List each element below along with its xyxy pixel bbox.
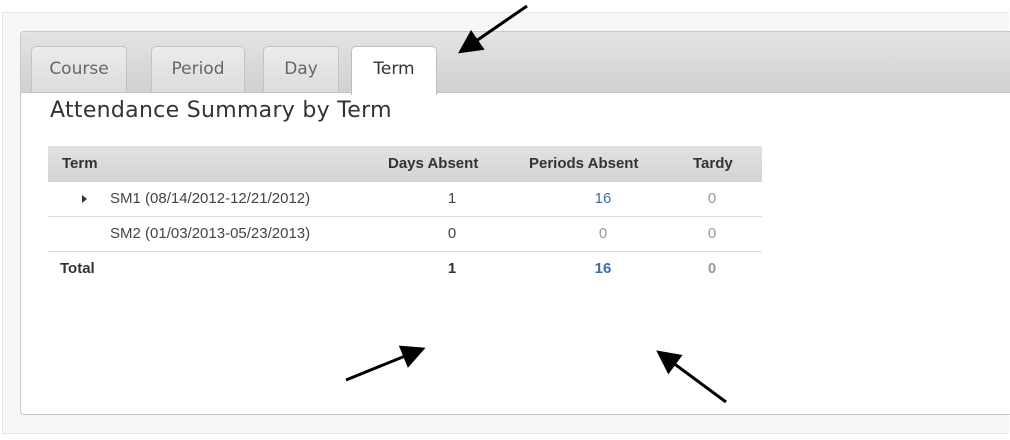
tab-term[interactable]: Term <box>351 46 437 95</box>
table-row: SM2 (01/03/2013-05/23/2013) 0 0 0 <box>48 217 762 252</box>
expand-row-icon[interactable] <box>82 195 87 203</box>
table-header: Term Days Absent Periods Absent Tardy <box>48 146 762 182</box>
tardy-cell: 0 <box>707 190 717 207</box>
table-row: SM1 (08/14/2012-12/21/2012) 1 16 0 <box>48 182 762 217</box>
days-absent-cell: 1 <box>447 190 457 207</box>
periods-absent-cell: 0 <box>598 225 608 242</box>
tab-period[interactable]: Period <box>151 46 245 92</box>
column-header-periods-absent[interactable]: Periods Absent <box>529 146 638 182</box>
tardy-cell: 0 <box>707 225 717 242</box>
tab-bar: Course Period Day Term <box>21 32 1010 95</box>
tab-course[interactable]: Course <box>31 46 127 92</box>
term-cell: SM2 (01/03/2013-05/23/2013) <box>110 225 311 242</box>
column-header-tardy[interactable]: Tardy <box>693 146 733 182</box>
page-title: Attendance Summary by Term <box>50 98 392 123</box>
tab-day[interactable]: Day <box>263 46 339 92</box>
total-tardy: 0 <box>707 260 717 277</box>
attendance-summary-table: Term Days Absent Periods Absent Tardy SM… <box>48 146 762 286</box>
column-header-term[interactable]: Term <box>62 146 98 182</box>
periods-absent-link[interactable]: 16 <box>588 182 618 216</box>
total-days-absent: 1 <box>447 260 457 277</box>
days-absent-cell: 0 <box>447 225 457 242</box>
total-label: Total <box>60 260 95 277</box>
total-periods-absent-link[interactable]: 16 <box>588 252 618 286</box>
column-header-days-absent[interactable]: Days Absent <box>388 146 478 182</box>
total-row: Total 1 16 0 <box>48 252 762 286</box>
term-cell: SM1 (08/14/2012-12/21/2012) <box>110 190 311 207</box>
